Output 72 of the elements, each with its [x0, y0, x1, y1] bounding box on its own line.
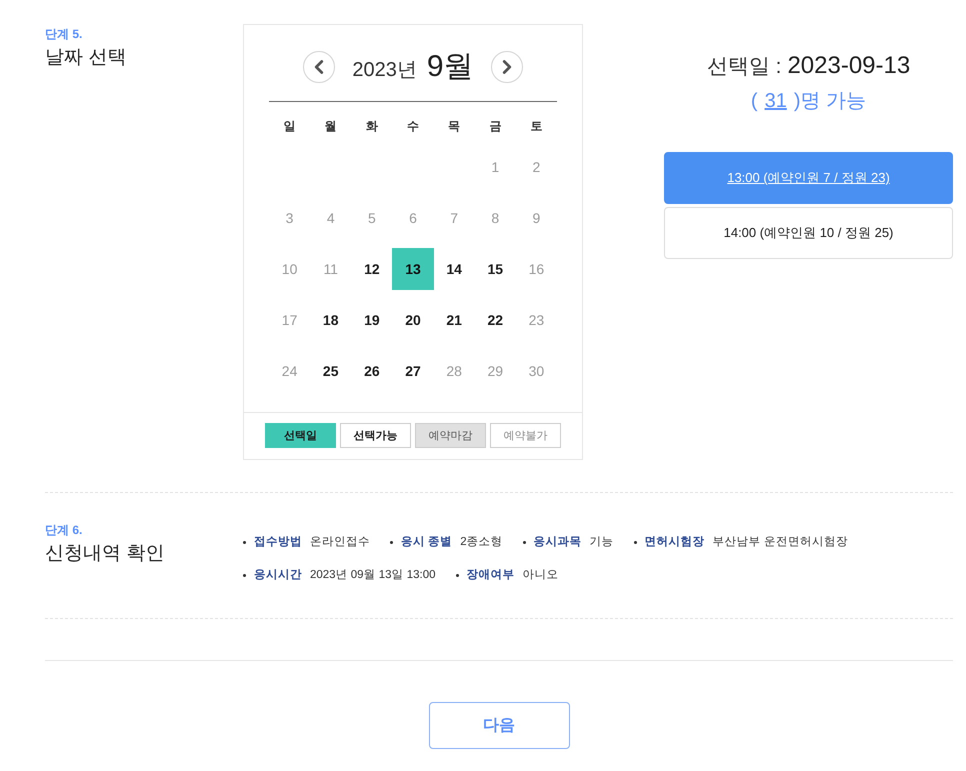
calendar-day: 8 [474, 197, 516, 239]
step-number: 단계 6. [45, 523, 82, 537]
info-value: 2023년 09월 13일 13:00 [310, 568, 436, 583]
calendar-day: 5 [351, 197, 392, 239]
info-label: 응시 종별 [401, 535, 452, 550]
calendar-day[interactable]: 14 [434, 248, 475, 290]
count-text: )명 가능 [794, 89, 866, 114]
legend-item: 예약마감 [415, 423, 486, 448]
step-number: 단계 5. [45, 27, 82, 41]
selected-date-value: 2023-09-13 [787, 51, 910, 81]
info-value: 기능 [590, 535, 614, 550]
calendar-day[interactable]: 13 [392, 248, 434, 290]
calendar-day[interactable]: 22 [474, 299, 516, 341]
weekday-label: 금 [489, 118, 502, 134]
bullet-icon [390, 540, 393, 544]
calendar-day: 10 [269, 248, 310, 290]
calendar-day: 11 [310, 248, 352, 290]
calendar-day[interactable]: 19 [351, 299, 392, 341]
calendar-day: 1 [474, 146, 516, 188]
calendar-day[interactable]: 12 [351, 248, 392, 290]
selected-date-label: 선택일 : [706, 54, 782, 80]
calendar-day: 23 [516, 299, 557, 341]
calendar-day: 2 [516, 146, 557, 188]
weekday-label: 화 [366, 118, 378, 134]
calendar-day[interactable]: 18 [310, 299, 352, 341]
calendar-year: 2023년 [352, 58, 417, 83]
calendar-day: 24 [269, 350, 310, 392]
step-title: 날짜 선택 [45, 46, 126, 70]
calendar-day[interactable]: 20 [392, 299, 434, 341]
info-label: 면허시험장 [644, 535, 705, 550]
calendar-day[interactable]: 15 [474, 248, 516, 290]
calendar-day: 3 [269, 197, 310, 239]
weekday-label: 일 [284, 118, 296, 134]
calendar-day: 6 [392, 197, 434, 239]
calendar-day: 29 [474, 350, 516, 392]
bullet-icon [243, 540, 246, 544]
calendar-day: 17 [269, 299, 310, 341]
legend-item: 선택가능 [340, 423, 411, 448]
legend-item: 예약불가 [490, 423, 561, 448]
calendar-month: 9월 [426, 51, 474, 83]
calendar-day: 4 [310, 197, 352, 239]
step-title: 신청내역 확인 [45, 542, 164, 566]
bullet-icon [456, 574, 459, 576]
bullet-icon [522, 540, 526, 544]
bullet-icon [634, 540, 637, 544]
calendar-day: 30 [516, 350, 557, 392]
info-label: 장애여부 [466, 568, 515, 583]
info-value: 부산남부 운전면허시험장 [712, 535, 848, 550]
info-value: 온라인접수 [310, 535, 370, 550]
bullet-icon [243, 574, 246, 576]
calendar-day[interactable]: 25 [310, 350, 352, 392]
legend-item: 선택일 [265, 423, 336, 448]
weekday-label: 토 [530, 118, 542, 134]
weekday-label: 목 [448, 118, 460, 134]
info-value: 아니오 [522, 568, 559, 583]
calendar-day: 28 [434, 350, 475, 392]
next-month-button[interactable] [490, 51, 523, 83]
weekday-label: 수 [406, 118, 419, 134]
weekday-label: 월 [324, 118, 337, 134]
calendar-day[interactable]: 26 [351, 350, 392, 392]
info-label: 응시과목 [534, 535, 582, 550]
time-slot-button[interactable]: 14:00 (예약인원 10 / 정원 25) [664, 207, 953, 259]
info-label: 접수방법 [254, 535, 302, 550]
calendar-day[interactable]: 27 [392, 350, 434, 392]
prev-month-button[interactable] [303, 51, 336, 83]
info-value: 2종소형 [460, 535, 503, 550]
count-bracket: ( [750, 89, 758, 114]
info-label: 응시시간 [254, 568, 302, 583]
calendar-day: 7 [434, 197, 475, 239]
calendar-day[interactable]: 21 [434, 299, 475, 341]
calendar-day: 16 [516, 248, 557, 290]
calendar-day: 9 [516, 197, 557, 239]
